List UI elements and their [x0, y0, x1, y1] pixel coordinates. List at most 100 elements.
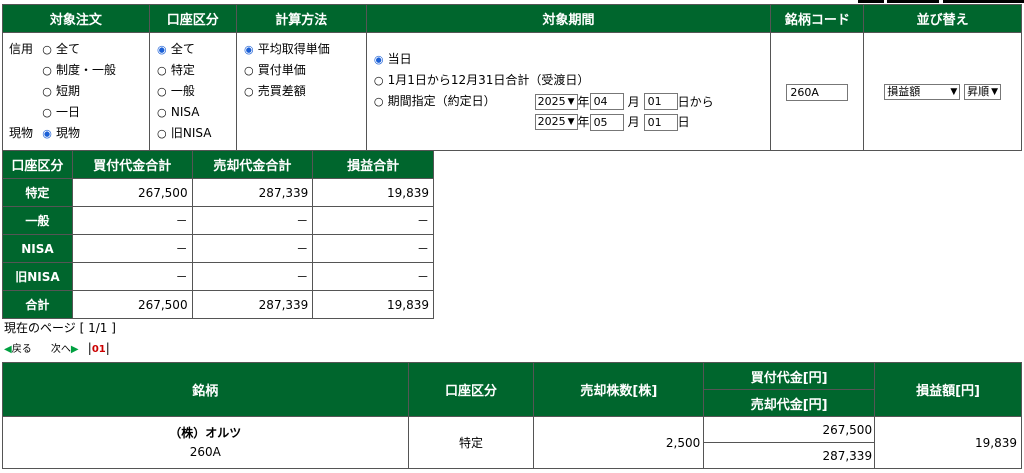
order-type-cell: 信用 ○ 全て ○ 制度・一般 ○ 短期 ○ 一日 現物 ◉ 現物 [2, 32, 150, 151]
radio-off-icon: ○ [157, 106, 167, 119]
radio-off-icon: ○ [157, 85, 167, 98]
radio-method-average[interactable]: ◉ 平均取得単価 [243, 39, 360, 60]
radio-off-icon: ○ [157, 64, 167, 77]
header-calc-method: 計算方法 [235, 4, 367, 33]
filter-table: 対象注文 口座区分 計算方法 対象期間 銘柄コード 並び替え 信用 ○ 全て ○ 制度… [2, 4, 1022, 151]
summary-pl-value: 19,839 [312, 290, 434, 319]
table-row: （株）オルツ 260A 特定 2,500 267,500 19,839 [2, 416, 1022, 469]
radio-on-icon: ◉ [42, 127, 52, 140]
summary-table: 口座区分 買付代金合計 売却代金合計 損益合計 特定 267,500 287,3… [2, 150, 434, 319]
to-year-select[interactable]: 2025 ▼ [534, 114, 578, 130]
radio-on-icon: ◉ [157, 43, 167, 56]
sort-field-select[interactable]: 損益額 ▼ [884, 84, 961, 100]
genbutsu-label: 現物 [9, 126, 34, 140]
from-year-select[interactable]: 2025 ▼ [534, 93, 578, 110]
radio-account-all[interactable]: ◉ 全て [156, 39, 230, 60]
radio-account-nisa[interactable]: ○ NISA [156, 102, 230, 123]
detail-table: 銘柄 口座区分 売却株数[株] 買付代金[円] 損益額[円] 売却代金[円] （… [2, 362, 1022, 469]
current-page-value: [ 1/1 ] [79, 321, 116, 335]
chevron-down-icon: ▼ [991, 87, 999, 97]
radio-off-icon: ○ [373, 95, 384, 108]
page-number-link[interactable]: 01 [92, 344, 106, 355]
detail-buy: 267,500 [703, 416, 876, 443]
header-order-type: 対象注文 [2, 4, 150, 33]
radio-method-buy-price[interactable]: ○ 買付単価 [243, 60, 360, 81]
detail-qty: 2,500 [533, 416, 705, 469]
account-type-cell: ◉ 全て ○ 特定 ○ 一般 ○ NISA ○ 旧NISA [148, 32, 237, 151]
header-account-type: 口座区分 [148, 4, 237, 33]
detail-sell: 287,339 [703, 442, 876, 469]
pager: 現在のページ [ 1/1 ] ◀戻る 次へ▶ |01| [4, 321, 116, 355]
summary-buy-value: － [71, 234, 193, 263]
header-tab-stub [858, 0, 884, 3]
radio-on-icon: ◉ [373, 53, 384, 66]
radio-order-ichinichi[interactable]: ○ 一日 [9, 102, 143, 123]
radio-period-year[interactable]: ○ 1月1日から12月31日合計（受渡日） [373, 70, 765, 91]
sort-order-select[interactable]: 昇順 ▼ [964, 84, 1002, 100]
radio-off-icon: ○ [243, 85, 254, 98]
detail-stock-name: （株）オルツ [169, 425, 242, 440]
summary-pl-value: － [312, 262, 434, 291]
detail-header-buy: 買付代金[円] [703, 362, 876, 390]
radio-method-diff[interactable]: ○ 売買差額 [243, 81, 360, 102]
next-link[interactable]: 次へ▶ [51, 344, 79, 355]
radio-account-ippan[interactable]: ○ 一般 [156, 81, 230, 102]
radio-period-custom[interactable]: ○ 期間指定（約定日） [373, 91, 535, 112]
chevron-down-icon: ▼ [950, 87, 958, 97]
detail-header-name: 銘柄 [2, 362, 409, 417]
header-period: 対象期間 [365, 4, 772, 33]
summary-pl-value: 19,839 [312, 178, 434, 207]
summary-buy-value: － [71, 262, 193, 291]
detail-pl: 19,839 [874, 416, 1022, 469]
to-month-input[interactable]: 05 [589, 113, 624, 131]
stock-code-input[interactable]: 260A [786, 83, 849, 101]
table-row: 一般 － － － [2, 206, 434, 235]
table-row: 特定 267,500 287,339 19,839 [2, 178, 434, 207]
chevron-down-icon: ▼ [567, 96, 575, 107]
radio-off-icon: ○ [42, 64, 52, 77]
detail-stock-code: 260A [189, 444, 221, 459]
table-row: 旧NISA － － － [2, 262, 434, 291]
summary-row-label: 一般 [2, 206, 73, 235]
stock-code-cell: 260A [770, 32, 865, 151]
from-month-input[interactable]: 04 [589, 93, 624, 110]
radio-off-icon: ○ [243, 64, 254, 77]
summary-sell-value: － [191, 234, 314, 263]
radio-off-icon: ○ [42, 85, 52, 98]
detail-header-pl: 損益額[円] [874, 362, 1022, 417]
summary-buy-value: － [71, 206, 193, 235]
table-row: NISA － － － [2, 234, 434, 263]
radio-period-today[interactable]: ◉ 当日 [373, 49, 765, 70]
radio-order-genbutsu[interactable]: ◉ 現物 [41, 126, 80, 140]
radio-order-tanki[interactable]: ○ 短期 [9, 81, 143, 102]
summary-sell-value: － [191, 262, 314, 291]
radio-order-all[interactable]: ○ 全て [41, 42, 80, 56]
summary-buy-value: 267,500 [71, 290, 193, 319]
header-tab-stub [943, 0, 1024, 3]
summary-row-label: 旧NISA [2, 262, 73, 291]
radio-account-old-nisa[interactable]: ○ 旧NISA [156, 123, 230, 144]
radio-on-icon: ◉ [243, 43, 254, 56]
radio-account-tokutei[interactable]: ○ 特定 [156, 60, 230, 81]
period-cell: ◉ 当日 ○ 1月1日から12月31日合計（受渡日） ○ 期間指定（約定日） 2025… [365, 32, 772, 151]
summary-header-buy: 買付代金合計 [71, 150, 193, 179]
detail-header-qty: 売却株数[株] [533, 362, 705, 417]
detail-account: 特定 [407, 416, 535, 469]
header-tab-stub [887, 0, 939, 3]
chevron-down-icon: ▼ [567, 117, 575, 127]
summary-header-pl: 損益合計 [312, 150, 434, 179]
to-day-input[interactable]: 01 [643, 113, 678, 131]
summary-buy-value: 267,500 [71, 178, 193, 207]
current-page-label: 現在のページ [4, 321, 76, 335]
summary-row-label: 合計 [2, 290, 73, 319]
radio-order-seido[interactable]: ○ 制度・一般 [9, 60, 143, 81]
summary-row-label: 特定 [2, 178, 73, 207]
summary-sell-value: 287,339 [191, 178, 314, 207]
back-link[interactable]: ◀戻る [4, 344, 32, 355]
summary-pl-value: － [312, 234, 434, 263]
summary-header-account: 口座区分 [2, 150, 73, 179]
table-row: 合計 267,500 287,339 19,839 [2, 290, 434, 319]
detail-stock-cell: （株）オルツ 260A [2, 416, 409, 469]
from-day-input[interactable]: 01 [643, 93, 678, 110]
radio-off-icon: ○ [42, 106, 52, 119]
